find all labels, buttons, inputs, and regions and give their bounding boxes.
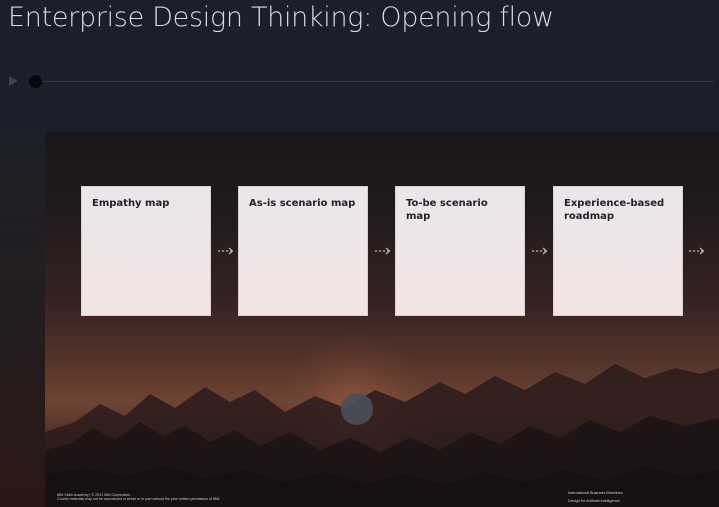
card-experience-based-roadmap: Experience-based roadmap <box>553 186 683 316</box>
card-as-is-scenario-map: As-is scenario map <box>238 186 368 316</box>
progress-track[interactable] <box>36 81 714 82</box>
footer-company: International Business Machines Design f… <box>568 489 623 505</box>
dashed-arrow-right-icon <box>689 247 705 255</box>
card-label: Empathy map <box>92 198 170 209</box>
progress-scrubber[interactable] <box>29 75 42 88</box>
footer-copyright-line2: Course materials may not be reproduced i… <box>57 497 221 502</box>
card-to-be-scenario-map: To-be scenario map <box>395 186 525 316</box>
card-label: To-be scenario map <box>406 198 488 222</box>
media-player-bar <box>0 70 719 94</box>
video-loading-indicator[interactable] <box>341 393 373 425</box>
slide-canvas: Empathy map As-is scenario map To-be sce… <box>45 132 719 507</box>
footer-company-line2: Design for Artificial Intelligence <box>568 499 620 503</box>
footer-copyright: IBM Skills Academy | © 2021 IBM Corporat… <box>57 493 220 502</box>
card-label: As-is scenario map <box>249 198 356 209</box>
dashed-arrow-right-icon <box>375 247 391 255</box>
dashed-arrow-right-icon <box>532 247 548 255</box>
footer-company-line1: International Business Machines <box>568 491 623 495</box>
card-label: Experience-based roadmap <box>564 198 665 222</box>
slide-side-margin <box>0 132 45 507</box>
play-icon[interactable] <box>9 76 18 86</box>
page-title: Enterprise Design Thinking: Opening flow <box>8 2 554 33</box>
dashed-arrow-right-icon <box>218 247 234 255</box>
card-empathy-map: Empathy map <box>81 186 211 316</box>
